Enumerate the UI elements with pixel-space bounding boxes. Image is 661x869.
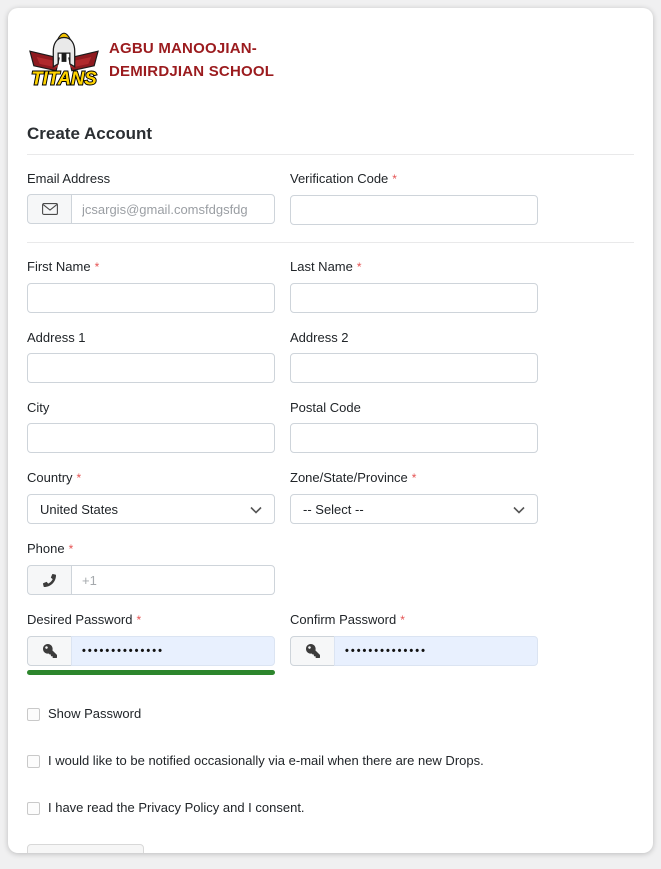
- notify-row: I would like to be notified occasionally…: [27, 753, 634, 769]
- confirm-password-group: [290, 636, 538, 666]
- postal-code-label: Postal Code: [290, 400, 538, 415]
- notify-checkbox[interactable]: [27, 755, 40, 768]
- confirm-password-label: Confirm Password*: [290, 612, 538, 628]
- field-city: City: [27, 400, 275, 453]
- school-name-line1: AGBU MANOOJIAN-: [109, 38, 274, 61]
- password-strength-bar: [27, 670, 275, 675]
- city-label: City: [27, 400, 275, 415]
- zone-label: Zone/State/Province*: [290, 470, 538, 486]
- privacy-row: I have read the Privacy Policy and I con…: [27, 800, 634, 816]
- privacy-policy-link[interactable]: Privacy Policy: [138, 800, 219, 815]
- required-asterisk: *: [412, 471, 417, 485]
- create-account-button[interactable]: Create Account: [27, 844, 144, 853]
- field-last-name: Last Name*: [290, 259, 538, 313]
- privacy-label: I have read the Privacy Policy and I con…: [48, 800, 305, 816]
- show-password-label: Show Password: [48, 706, 141, 722]
- phone-icon: [27, 565, 72, 595]
- required-asterisk: *: [95, 260, 100, 274]
- row-passwords: Desired Password* Confirm Password*: [27, 612, 634, 675]
- phone-input[interactable]: [71, 565, 275, 595]
- envelope-icon: [27, 194, 72, 224]
- required-asterisk: *: [69, 542, 74, 556]
- desired-password-label: Desired Password*: [27, 612, 275, 628]
- row-phone: Phone*: [27, 541, 634, 595]
- chevron-down-icon: [250, 502, 262, 517]
- confirm-password-input[interactable]: [334, 636, 538, 666]
- required-asterisk: *: [137, 613, 142, 627]
- verification-code-label: Verification Code*: [290, 171, 538, 187]
- desired-password-input[interactable]: [71, 636, 275, 666]
- field-country: Country* United States: [27, 470, 275, 524]
- desired-password-group: [27, 636, 275, 666]
- email-label: Email Address: [27, 171, 275, 186]
- zone-selected-value: -- Select --: [303, 502, 364, 517]
- country-select[interactable]: United States: [27, 494, 275, 524]
- titans-logo-text: TITANS: [31, 67, 97, 88]
- show-password-row: Show Password: [27, 706, 634, 722]
- row-name: First Name* Last Name*: [27, 259, 634, 313]
- city-input[interactable]: [27, 423, 275, 453]
- row-email-verification: Email Address Verification Code*: [27, 171, 634, 225]
- row-address: Address 1 Address 2: [27, 330, 634, 383]
- field-phone: Phone*: [27, 541, 275, 595]
- create-account-card: TITANS AGBU MANOOJIAN- DEMIRDJIAN SCHOOL…: [8, 8, 653, 853]
- last-name-input[interactable]: [290, 283, 538, 313]
- required-asterisk: *: [357, 260, 362, 274]
- field-address2: Address 2: [290, 330, 538, 383]
- titans-logo: TITANS: [27, 27, 101, 94]
- school-name: AGBU MANOOJIAN- DEMIRDJIAN SCHOOL: [109, 38, 274, 83]
- address1-input[interactable]: [27, 353, 275, 383]
- first-name-input[interactable]: [27, 283, 275, 313]
- field-postal-code: Postal Code: [290, 400, 538, 453]
- address2-input[interactable]: [290, 353, 538, 383]
- field-address1: Address 1: [27, 330, 275, 383]
- field-email: Email Address: [27, 171, 275, 225]
- postal-code-input[interactable]: [290, 423, 538, 453]
- field-desired-password: Desired Password*: [27, 612, 275, 675]
- address1-label: Address 1: [27, 330, 275, 345]
- required-asterisk: *: [77, 471, 82, 485]
- show-password-checkbox[interactable]: [27, 708, 40, 721]
- country-selected-value: United States: [40, 502, 118, 517]
- privacy-checkbox[interactable]: [27, 802, 40, 815]
- school-name-line2: DEMIRDJIAN SCHOOL: [109, 61, 274, 84]
- title-divider: [27, 154, 634, 155]
- row-country-zone: Country* United States Zone/State/Provin…: [27, 470, 634, 524]
- field-zone: Zone/State/Province* -- Select --: [290, 470, 538, 524]
- notify-label: I would like to be notified occasionally…: [48, 753, 484, 769]
- phone-label: Phone*: [27, 541, 275, 557]
- field-first-name: First Name*: [27, 259, 275, 313]
- email-input[interactable]: [71, 194, 275, 224]
- address2-label: Address 2: [290, 330, 538, 345]
- first-name-label: First Name*: [27, 259, 275, 275]
- page-title: Create Account: [27, 123, 634, 145]
- key-icon: [27, 636, 72, 666]
- field-confirm-password: Confirm Password*: [290, 612, 538, 675]
- required-asterisk: *: [400, 613, 405, 627]
- key-icon: [290, 636, 335, 666]
- chevron-down-icon: [513, 502, 525, 517]
- required-asterisk: *: [392, 172, 397, 186]
- brand-header: TITANS AGBU MANOOJIAN- DEMIRDJIAN SCHOOL: [27, 27, 634, 94]
- row-city-postal: City Postal Code: [27, 400, 634, 453]
- field-verification-code: Verification Code*: [290, 171, 538, 225]
- phone-input-group: [27, 565, 275, 595]
- country-label: Country*: [27, 470, 275, 486]
- verification-code-input[interactable]: [290, 195, 538, 225]
- section-divider: [27, 242, 634, 243]
- email-input-group: [27, 194, 275, 224]
- last-name-label: Last Name*: [290, 259, 538, 275]
- zone-select[interactable]: -- Select --: [290, 494, 538, 524]
